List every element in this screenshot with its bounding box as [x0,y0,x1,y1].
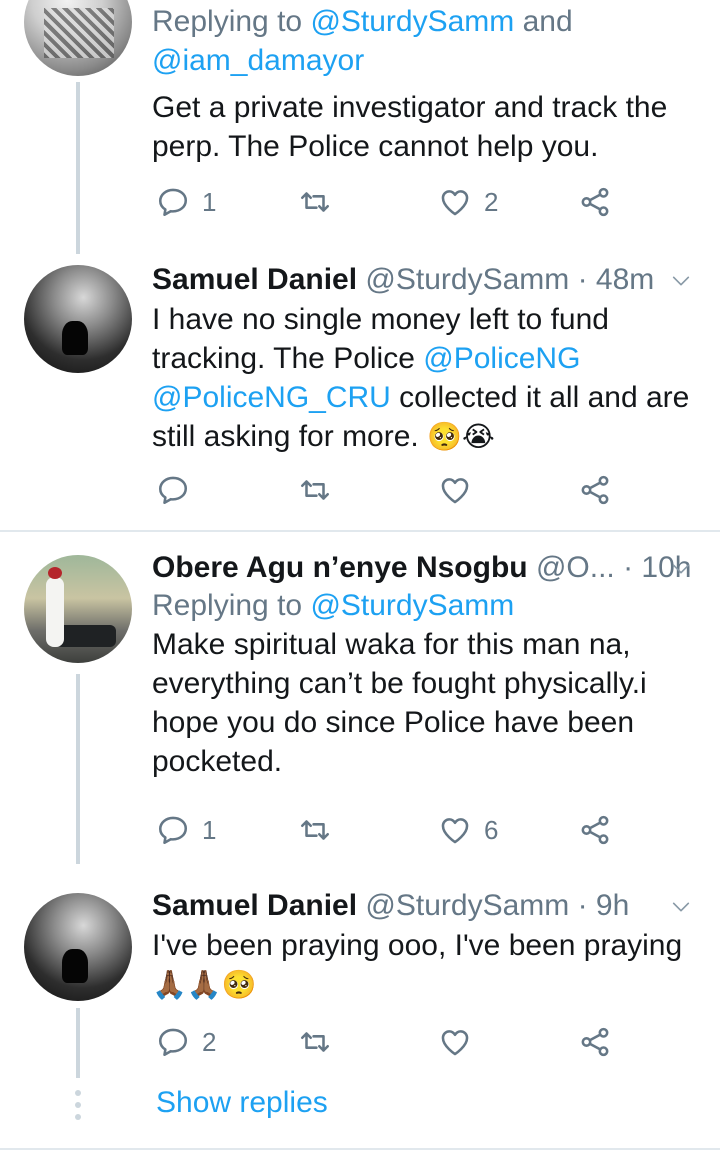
divider [0,1148,720,1150]
thread-dots [74,1090,82,1126]
reply-icon [156,473,190,507]
share-icon [578,185,612,219]
mention-link[interactable]: @SturdySamm [310,589,514,622]
reply-count: 2 [202,1026,217,1057]
share-icon [578,473,612,507]
reply-button[interactable]: 1 [156,182,216,222]
reply-count: 1 [202,186,217,217]
tweet-3[interactable]: Obere Agu n’enye Nsogbu @O... · 10h Repl… [0,550,720,870]
display-name[interactable]: Samuel Daniel [152,263,357,296]
user-handle[interactable]: @SturdySamm [365,263,569,296]
reply-button[interactable]: 1 [156,810,216,850]
retweet-button[interactable] [298,182,332,222]
replying-to: Replying to @SturdySamm [152,589,515,622]
user-handle[interactable]: @O... [536,551,615,584]
like-icon [438,185,472,219]
tweet-text: Get a private investigator and track the… [152,91,668,163]
tweet-text: I have no single money left to fund trac… [152,303,690,453]
thread-line [76,82,80,254]
thread-line [76,1008,80,1078]
like-icon [438,473,472,507]
tweet-text: Make spiritual waka for this man na, eve… [152,628,647,778]
chevron-down-icon[interactable] [670,270,692,292]
retweet-button[interactable] [298,1022,332,1062]
tweet-header: Samuel Daniel @SturdySamm · 9h [152,888,700,924]
share-button[interactable] [578,470,612,510]
retweet-icon [298,1025,332,1059]
timestamp[interactable]: · 48m [578,263,655,296]
tweet-header: Samuel Daniel @SturdySamm · 48m [152,262,700,298]
mention-link[interactable]: @PoliceNG_CRU [152,381,391,414]
tweet-4[interactable]: Samuel Daniel @SturdySamm · 9h I've been… [0,888,720,1078]
like-button[interactable]: 6 [438,810,498,850]
thread-line [76,674,80,864]
mention-link[interactable]: @PoliceNG [423,342,580,375]
avatar[interactable] [24,0,132,76]
reply-icon [156,813,190,847]
avatar[interactable] [24,893,132,1001]
retweet-button[interactable] [298,810,332,850]
share-button[interactable] [578,810,612,850]
reply-count: 1 [202,814,217,845]
tweet-1[interactable]: Replying to @SturdySamm and @iam_damayor… [0,0,720,260]
share-button[interactable] [578,182,612,222]
retweet-button[interactable] [298,470,332,510]
emoji: 🙏🏾🙏🏾🥺 [152,968,257,1001]
like-icon [438,813,472,847]
retweet-icon [298,185,332,219]
like-count: 6 [484,814,499,845]
tweet-header: Obere Agu n’enye Nsogbu @O... · 10h [152,550,700,586]
display-name[interactable]: Samuel Daniel [152,889,357,922]
reply-icon [156,1025,190,1059]
emoji: 🥺😭 [427,420,495,453]
tweet-2[interactable]: Samuel Daniel @SturdySamm · 48m I have n… [0,262,720,530]
divider [0,530,720,532]
like-button[interactable] [438,1022,472,1062]
chevron-down-icon[interactable] [670,896,692,918]
avatar[interactable] [24,265,132,373]
replying-to: Replying to @SturdySamm and @iam_damayor [152,5,573,77]
share-icon [578,813,612,847]
chevron-down-icon[interactable] [670,558,692,580]
share-icon [578,1025,612,1059]
mention-link[interactable]: @iam_damayor [152,44,364,77]
timestamp[interactable]: · 9h [578,889,630,922]
display-name[interactable]: Obere Agu n’enye Nsogbu [152,551,528,584]
tweet-text: I've been praying ooo, I've been praying… [152,929,683,1001]
retweet-icon [298,813,332,847]
retweet-icon [298,473,332,507]
avatar[interactable] [24,555,132,663]
mention-link[interactable]: @SturdySamm [310,5,514,38]
like-count: 2 [484,186,499,217]
like-icon [438,1025,472,1059]
like-button[interactable]: 2 [438,182,498,222]
share-button[interactable] [578,1022,612,1062]
reply-button[interactable]: 2 [156,1022,216,1062]
reply-icon [156,185,190,219]
user-handle[interactable]: @SturdySamm [365,889,569,922]
reply-button[interactable] [156,470,190,510]
like-button[interactable] [438,470,472,510]
show-replies-link[interactable]: Show replies [156,1086,328,1120]
